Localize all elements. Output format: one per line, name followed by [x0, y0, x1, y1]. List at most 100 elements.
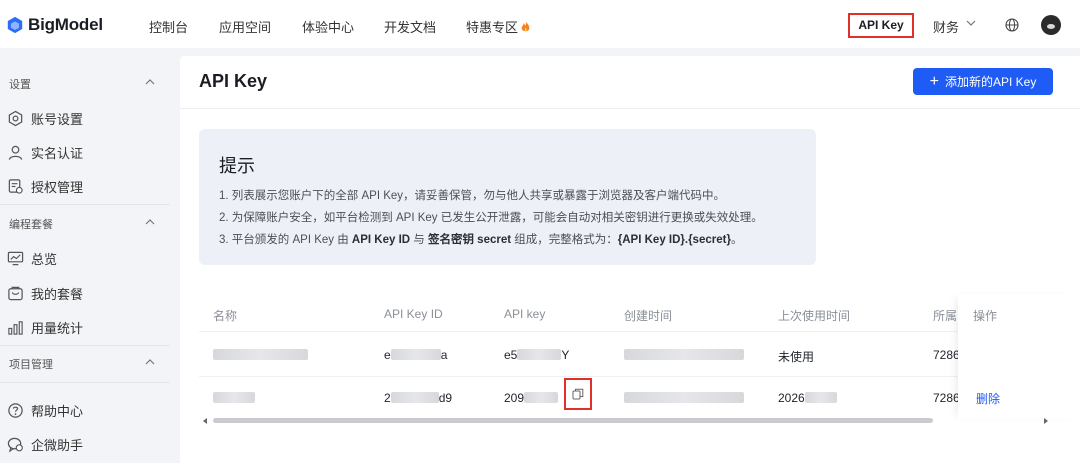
help-icon [8, 403, 23, 418]
nav-app-space[interactable]: 应用空间 [219, 17, 271, 36]
sidebar-item-help-center[interactable]: 帮助中心 [7, 401, 83, 420]
sidebar-item-overview[interactable]: 总览 [7, 249, 57, 268]
chat-icon [7, 437, 23, 453]
sidebar-item-my-plan[interactable]: 我的套餐 [7, 284, 83, 303]
sidebar-item-wecom-assistant[interactable]: 企微助手 [7, 435, 83, 454]
sidebar-item-label: 用量统计 [31, 321, 84, 336]
column-header-key-id: API Key ID [384, 307, 443, 321]
tip-box: 提示 1. 列表展示您账户下的全部 API Key，请妥善保管，勿与他人共享或暴… [199, 129, 816, 265]
add-api-key-label: 添加新的API Key [944, 75, 1037, 89]
sidebar-item-authorization[interactable]: 授权管理 [7, 177, 83, 196]
key-id-suffix: d9 [438, 391, 453, 405]
redacted-text [390, 349, 441, 360]
tip-title: 提示 [219, 156, 255, 176]
globe-icon[interactable] [1005, 18, 1019, 32]
table-cell-api-key: 209 [504, 391, 559, 405]
divider [0, 204, 170, 205]
tip-text: 组成，完整格式为： [511, 234, 618, 246]
divider [0, 345, 170, 346]
chevron-up-icon[interactable] [145, 218, 155, 225]
settings-icon [8, 110, 23, 127]
tip-bold-text: API Key ID [351, 234, 411, 246]
table-cell-created [624, 391, 744, 405]
chevron-down-icon [966, 20, 976, 26]
nav-dev-docs[interactable]: 开发文档 [384, 17, 436, 36]
bigmodel-logo-icon [7, 16, 23, 34]
sidebar-item-label: 授权管理 [31, 180, 84, 195]
bar-chart-icon [8, 321, 23, 335]
redacted-text [524, 392, 559, 403]
package-icon [8, 286, 23, 301]
section-project-management: 项目管理 [9, 359, 53, 371]
column-header-last-used: 上次使用时间 [778, 309, 851, 323]
main-panel: API Key + 添加新的API Key 提示 1. 列表展示您账户下的全部 … [180, 56, 1080, 463]
scroll-right-icon[interactable] [1044, 418, 1048, 424]
nav-special-offers-label: 特惠专区 [466, 20, 519, 35]
sidebar-item-label: 企微助手 [31, 438, 84, 453]
sidebar-item-label: 实名认证 [31, 146, 84, 161]
horizontal-scrollbar[interactable] [199, 417, 1049, 425]
tip-text: 。 [730, 234, 743, 246]
sidebar-item-usage-stats[interactable]: 用量统计 [7, 318, 83, 337]
column-header-name: 名称 [213, 309, 238, 323]
column-header-api-key: API key [504, 307, 546, 321]
fire-icon [521, 21, 530, 32]
table-cell-last-used: 2026 [778, 391, 837, 405]
divider [199, 331, 959, 332]
column-header-created: 创建时间 [624, 309, 673, 323]
api-key-suffix: Y [561, 348, 570, 362]
logo[interactable]: BigModel [6, 15, 103, 35]
key-id-prefix: e [384, 348, 391, 362]
sidebar-item-label: 总览 [31, 252, 58, 267]
table-cell-key-id: 2 d9 [384, 391, 452, 405]
brand-name: BigModel [28, 15, 103, 34]
chevron-up-icon[interactable] [145, 358, 155, 365]
table-cell-key-id: ea [384, 348, 447, 362]
add-api-key-button[interactable]: + 添加新的API Key [913, 68, 1053, 95]
nav-console[interactable]: 控制台 [149, 17, 188, 36]
sidebar-item-label: 账号设置 [31, 112, 84, 127]
divider [199, 376, 959, 377]
divider [0, 382, 170, 383]
tip-text: 3. 平台颁发的 API Key 由 [219, 234, 352, 246]
key-id-prefix: 2 [384, 391, 391, 405]
chevron-up-icon[interactable] [145, 78, 155, 85]
tip-line-2: 2. 为保障账户安全，如平台检测到 API Key 已发生公开泄露，可能会自动对… [219, 212, 763, 224]
tip-text: 与 [410, 234, 428, 246]
finance-menu[interactable]: 财务 [933, 17, 959, 36]
nav-special-offers[interactable]: 特惠专区 [466, 17, 530, 36]
user-icon [8, 145, 23, 160]
sidebar-item-verification[interactable]: 实名认证 [7, 143, 83, 162]
scroll-left-icon[interactable] [203, 418, 207, 424]
monitor-chart-icon [7, 251, 24, 266]
api-key-nav-button[interactable]: API Key [848, 13, 914, 38]
table-cell-name [213, 391, 255, 405]
nav-experience-center[interactable]: 体验中心 [302, 17, 354, 36]
redacted-text [213, 392, 255, 403]
tip-line-1: 1. 列表展示您账户下的全部 API Key，请妥善保管，勿与他人共享或暴露于浏… [219, 190, 726, 202]
table-cell-owner: 7286 [933, 391, 960, 405]
api-key-prefix: 209 [504, 391, 525, 405]
redacted-text [517, 349, 562, 360]
tip-line-3: 3. 平台颁发的 API Key 由 API Key ID 与 签名密钥 sec… [219, 231, 742, 247]
key-id-suffix: a [440, 348, 448, 362]
authorization-icon [8, 179, 23, 194]
table-cell-created [624, 348, 744, 362]
operations-column: 操作 删除 [958, 294, 1080, 419]
delete-link[interactable]: 删除 [976, 390, 1000, 407]
divider [180, 108, 1080, 109]
section-settings: 设置 [9, 79, 31, 91]
sidebar-item-account-settings[interactable]: 账号设置 [7, 109, 83, 128]
last-used-text: 2026 [778, 391, 805, 405]
copy-api-key-button[interactable] [564, 378, 592, 410]
tip-bold-text: {API Key ID}.{secret} [617, 234, 731, 246]
plus-icon: + [929, 72, 939, 90]
section-coding-plan: 编程套餐 [9, 219, 53, 231]
table-cell-name [213, 348, 308, 362]
column-header-actions: 操作 [973, 309, 998, 323]
copy-icon [572, 388, 584, 400]
avatar[interactable] [1041, 15, 1061, 35]
redacted-text [804, 392, 837, 403]
scrollbar-thumb[interactable] [213, 418, 933, 423]
column-header-owner: 所属 [933, 309, 958, 323]
